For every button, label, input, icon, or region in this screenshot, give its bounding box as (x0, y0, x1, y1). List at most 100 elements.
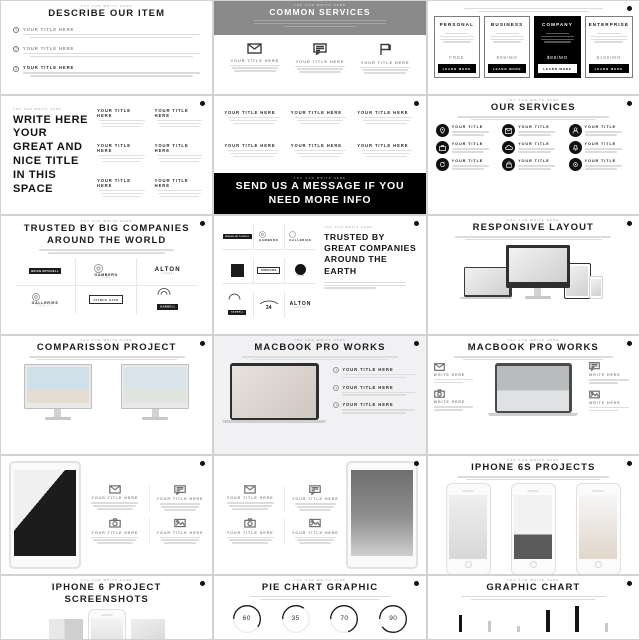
client-logo[interactable]: GAMBELL (137, 286, 198, 314)
slide-iphone-6s-projects[interactable]: YOU CAN WRITE HERE IPHONE 6S PROJECTS (426, 455, 640, 575)
slide-common-services[interactable]: YOU CAN WRITE HERE COMMON SERVICES YOUR … (213, 0, 427, 95)
screenshot-thumb[interactable] (48, 618, 83, 639)
slide-iphone-6-project-screenshots[interactable]: YOU CAN WRITE HERE IPHONE 6 PROJECT SCRE… (0, 575, 214, 640)
feature-cell[interactable]: WRITE HERE (588, 390, 633, 411)
client-logo[interactable]: BRIAN MITCHELL (15, 257, 77, 286)
pie-chart[interactable]: 35 (281, 604, 311, 634)
tablet-mockup[interactable] (345, 461, 418, 569)
list-item[interactable]: 2 YOUR TITLE HERE (13, 46, 201, 59)
slide-ipad-features-left[interactable]: YOUR TITLE HERE YOUR TITLE HERE YOUR TIT… (0, 455, 214, 575)
client-logo[interactable]: GAMBERO ROMA (76, 257, 138, 286)
feature-cell[interactable]: YOUR TITLE HERE (224, 110, 282, 136)
service-item[interactable]: YOUR TITLE (502, 141, 564, 155)
service-item[interactable]: YOUR TITLE (502, 124, 564, 138)
phone-mockup[interactable] (87, 609, 126, 639)
feature-cell[interactable]: YOUR TITLE HERE (283, 484, 340, 512)
feature-cell[interactable]: YOUR TITLE HERE (148, 484, 205, 512)
desktop-monitor-mockup-left[interactable] (23, 364, 92, 420)
client-logo[interactable]: BRIAN MITCHELL (222, 224, 254, 250)
slide-macbook-pro-works-list[interactable]: YOU CAN WRITE HERE MACBOOK PRO WORKS 1 Y… (213, 335, 427, 455)
slide-pie-chart-graphic[interactable]: YOU CAN WRITE HERE PIE CHART GRAPHIC 60 … (213, 575, 427, 640)
client-logo[interactable]: CITRUS CAFE (253, 258, 285, 284)
service-item[interactable]: YOUR TITLE (568, 141, 631, 155)
pricing-card-company[interactable]: COMPANY $89/MO LEARN MORE (534, 16, 581, 79)
cta-black-band[interactable]: YOU CAN WRITE HERE SEND US A MESSAGE IF … (214, 173, 426, 214)
slide-our-services[interactable]: YOU CAN WRITE HERE OUR SERVICES YOUR TIT… (426, 95, 640, 215)
client-logo[interactable]: GAMBELL (222, 292, 254, 318)
feature-cell[interactable]: WRITE HERE (433, 363, 478, 384)
feature-cell[interactable]: YOUR TITLE HERE (222, 485, 278, 512)
screenshot-thumb[interactable] (130, 618, 165, 639)
client-logo[interactable]: ALTON COMPANY (137, 258, 199, 286)
client-logo[interactable]: 34 (254, 292, 285, 318)
client-logo[interactable]: CLUB (284, 258, 317, 284)
client-logo[interactable]: CITRUS CAFE (76, 285, 138, 314)
laptop-mockup[interactable] (222, 363, 327, 424)
slide-responsive-layout[interactable]: YOU CAN WRITE HERE RESPONSIVE LAYOUT (426, 215, 640, 335)
feature-cell[interactable]: YOUR TITLE HERE (222, 518, 278, 545)
feature-cell[interactable]: YOUR TITLE HERE (291, 143, 349, 169)
laptop-mockup[interactable] (482, 363, 585, 417)
service-item[interactable]: YOUR TITLE (502, 158, 564, 172)
pie-chart[interactable]: 90 (378, 604, 408, 634)
feature-cell[interactable]: WRITE HERE (433, 389, 478, 411)
pricing-card-personal[interactable]: PERSONAL FREE LEARN MORE (433, 16, 480, 79)
pie-chart[interactable]: 60 (232, 604, 262, 634)
slide-send-us-a-message[interactable]: YOUR TITLE HERE YOUR TITLE HERE YOUR TIT… (213, 95, 427, 215)
list-item[interactable]: 3 YOUR TITLE HERE (13, 65, 201, 78)
feature-cell[interactable]: YOUR TITLE HERE (357, 110, 415, 136)
feature-cell[interactable]: YOUR TITLE HERE (155, 108, 205, 138)
slide-ipad-features-right[interactable]: YOUR TITLE HERE YOUR TITLE HERE YOUR TIT… (213, 455, 427, 575)
slide-trusted-great-companies[interactable]: BRIAN MITCHELL GAMBERO GALLERIES CITRUS … (213, 215, 427, 335)
list-item[interactable]: 1 YOUR TITLE HERE (13, 27, 201, 40)
learn-more-button[interactable]: LEARN MORE (487, 64, 527, 74)
desktop-monitor-mockup-right[interactable] (121, 364, 190, 420)
slide-comparisson-project[interactable]: YOU CAN WRITE HERE COMPARISSON PROJECT (0, 335, 214, 455)
service-item[interactable]: YOUR TITLE (435, 141, 498, 155)
slide-graphic-chart[interactable]: YOU CAN WRITE HERE GRAPHIC CHART (426, 575, 640, 640)
feature-cell[interactable]: WRITE HERE (588, 362, 633, 384)
feature-cell[interactable]: YOUR TITLE HERE (87, 485, 143, 512)
phone-mockup[interactable] (445, 483, 491, 574)
client-logo[interactable]: GALLERIES (284, 224, 317, 250)
feature-cell[interactable]: YOUR TITLE HERE (97, 108, 147, 138)
pricing-card-business[interactable]: BUSINESS $99/MO LEARN MORE (483, 16, 531, 79)
feature-cell[interactable]: YOUR TITLE HERE (87, 518, 143, 545)
learn-more-button[interactable]: LEARN MORE (538, 64, 577, 74)
service-item[interactable]: YOUR TITLE (568, 158, 631, 172)
slide-describe-our-item[interactable]: YOU CAN WRITE HERE DESCRIBE OUR ITEM 1 Y… (0, 0, 214, 95)
slide-write-here-title[interactable]: YOU CAN WRITE HERE WRITE HERE YOUR GREAT… (0, 95, 214, 215)
list-item[interactable]: 3 YOUR TITLE HERE (333, 402, 417, 415)
pricing-card-enterprise[interactable]: ENTERPRISE $199/MO LEARN MORE (584, 16, 633, 79)
learn-more-button[interactable]: LEARN MORE (588, 64, 629, 74)
tablet-mockup[interactable] (9, 461, 81, 569)
service-column[interactable]: YOUR TITLE HERE (287, 42, 352, 76)
list-item[interactable]: 1 YOUR TITLE HERE (333, 366, 417, 380)
service-item[interactable]: YOUR TITLE (435, 124, 498, 138)
slide-pricing-table[interactable]: PERSONAL FREE LEARN MORE BUSINESS $99/MO… (426, 0, 640, 95)
client-logo[interactable] (222, 258, 254, 284)
feature-cell[interactable]: YOUR TITLE HERE (224, 143, 282, 169)
phone-mockup[interactable] (510, 483, 556, 574)
feature-cell[interactable]: YOUR TITLE HERE (97, 143, 147, 173)
phone-mockup[interactable] (575, 483, 621, 574)
slide-macbook-pro-works-icons[interactable]: YOU CAN WRITE HERE MACBOOK PRO WORKS WRI… (426, 335, 640, 455)
client-logo[interactable]: ALTON COMPANY (285, 292, 316, 318)
feature-cell[interactable]: YOUR TITLE HERE (291, 110, 349, 136)
service-column[interactable]: YOUR TITLE HERE (222, 42, 287, 76)
service-item[interactable]: YOUR TITLE (435, 158, 498, 172)
bar-chart[interactable] (436, 604, 631, 632)
feature-cell[interactable]: YOUR TITLE HERE (97, 178, 147, 208)
client-logo[interactable]: GAMBERO (253, 224, 285, 250)
feature-cell[interactable]: YOUR TITLE HERE (155, 178, 205, 208)
feature-cell[interactable]: YOUR TITLE HERE (155, 143, 205, 173)
list-item[interactable]: 2 YOUR TITLE HERE (333, 384, 417, 398)
service-item[interactable]: YOUR TITLE (568, 124, 631, 138)
slide-trusted-big-companies[interactable]: YOU CAN WRITE HERE TRUSTED BY BIG COMPAN… (0, 215, 214, 335)
learn-more-button[interactable]: LEARN MORE (437, 64, 476, 74)
pie-chart[interactable]: 70 (329, 604, 359, 634)
client-logo[interactable]: GALLERIES SINCE 1932 (15, 285, 77, 314)
feature-cell[interactable]: YOUR TITLE HERE (357, 143, 415, 169)
feature-cell[interactable]: YOUR TITLE HERE (148, 518, 205, 546)
feature-cell[interactable]: YOUR TITLE HERE (283, 518, 340, 546)
